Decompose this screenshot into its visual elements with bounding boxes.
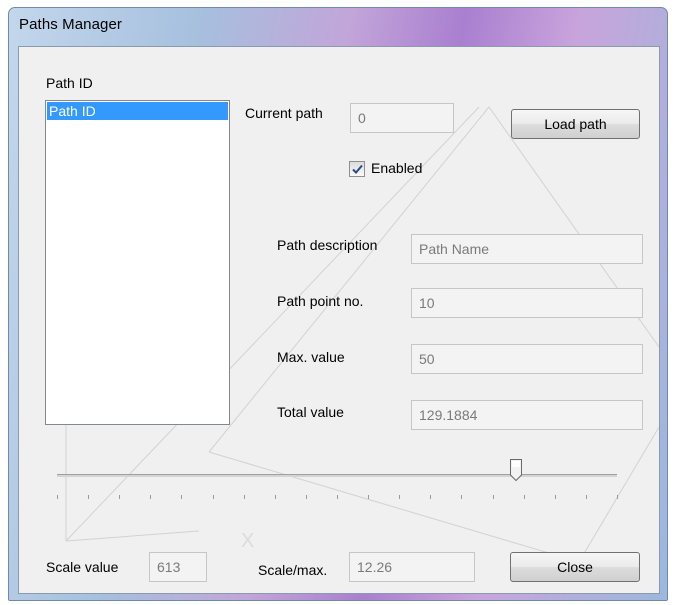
scale-slider[interactable] (45, 452, 635, 502)
slider-tick (430, 495, 432, 499)
max-value-field[interactable]: 50 (411, 344, 643, 374)
slider-tick (181, 495, 183, 499)
slider-tick (119, 495, 121, 499)
slider-tick (492, 495, 494, 499)
max-value-label: Max. value (277, 349, 345, 365)
paths-manager-window: Paths Manager Y X Path ID Path ID Curren… (8, 7, 668, 601)
slider-tick (305, 495, 307, 499)
path-id-label: Path ID (46, 75, 93, 91)
path-description-field[interactable]: Path Name (411, 234, 643, 264)
slider-thumb[interactable] (509, 458, 523, 482)
slider-tick (399, 495, 401, 499)
current-path-field[interactable]: 0 (350, 103, 454, 133)
enabled-label: Enabled (371, 160, 423, 176)
slider-tick (212, 495, 214, 499)
scale-value-field[interactable]: 613 (149, 552, 207, 582)
slider-tick (88, 495, 90, 499)
slider-tick (368, 495, 370, 499)
scale-max-label: Scale/max. (258, 562, 328, 578)
slider-tick (243, 495, 245, 499)
slider-track[interactable] (57, 474, 617, 477)
dialog-client-area: Y X Path ID Path ID Current path 0 Load … (18, 46, 660, 594)
slider-tick (585, 495, 587, 499)
slider-tick (461, 495, 463, 499)
scale-value-label: Scale value (46, 559, 119, 575)
slider-tick (274, 495, 276, 499)
window-title: Paths Manager (19, 16, 123, 33)
slider-tick (617, 495, 618, 499)
slider-tick (337, 495, 338, 499)
load-path-button[interactable]: Load path (511, 109, 640, 139)
current-path-label: Current path (245, 105, 323, 121)
slider-tick (554, 495, 556, 499)
total-value-label: Total value (277, 404, 344, 420)
path-id-listbox[interactable]: Path ID (45, 100, 230, 425)
path-point-no-label: Path point no. (277, 293, 364, 309)
total-value-field[interactable]: 129.1884 (411, 400, 643, 430)
slider-tick (57, 495, 58, 499)
enabled-checkbox[interactable] (349, 161, 365, 177)
slider-tick (523, 495, 525, 499)
slider-tick (150, 495, 152, 499)
path-point-no-field[interactable]: 10 (411, 288, 643, 318)
bg-x-label: X (241, 530, 254, 552)
close-button[interactable]: Close (510, 552, 640, 582)
check-icon (352, 164, 363, 174)
list-item[interactable]: Path ID (47, 102, 228, 120)
path-description-label: Path description (277, 237, 378, 253)
scale-max-field[interactable]: 12.26 (349, 552, 475, 582)
